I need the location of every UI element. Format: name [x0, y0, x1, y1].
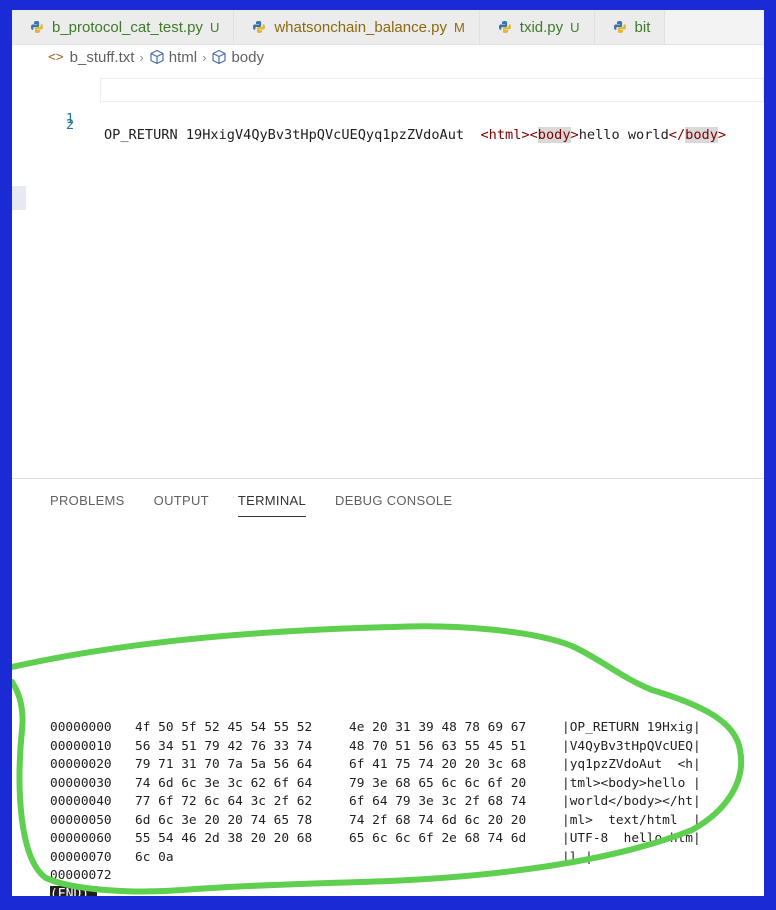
hex-bytes: 56 34 51 79 42 76 33 74: [135, 738, 313, 754]
hex-bytes: 6f 64 79 3e 3c 2f 68 74: [349, 794, 527, 809]
hexdump-row: 00000050 6d 6c 3e 20 20 74 65 78 74 2f 6…: [50, 812, 701, 831]
hex-bytes: 6c 0a: [135, 849, 174, 865]
tab-debug-console[interactable]: DEBUG CONSOLE: [335, 493, 452, 517]
tab-problems[interactable]: PROBLEMS: [50, 493, 125, 517]
code-punct: >: [717, 127, 727, 143]
tab-status-badge: M: [453, 19, 465, 35]
tab-output[interactable]: OUTPUT: [154, 493, 209, 517]
python-file-icon: [613, 21, 626, 33]
chevron-right-icon: ›: [139, 49, 144, 65]
hex-offset: 00000060: [50, 831, 112, 846]
code-punct: </: [668, 127, 686, 143]
tab-label: b_protocol_cat_test.py: [52, 18, 203, 36]
line-content[interactable]: OP_RETURN 19HxigV4QyBv3tHpQVcUEQyq1pzZVd…: [104, 127, 726, 143]
tab-label: bit: [634, 18, 651, 36]
hex-bytes: 6f 41 75 74 20 20 3c 68: [349, 757, 527, 772]
hex-offset: 00000000: [50, 720, 112, 735]
current-line-highlight: [100, 78, 764, 102]
tab-b-protocol-cat-test[interactable]: b_protocol_cat_test.py U: [12, 10, 235, 44]
hex-bytes: 6d 6c 3e 20 20 74 65 78: [135, 812, 313, 828]
hex-offset: 00000050: [50, 812, 112, 828]
hex-bytes: 48 70 51 56 63 55 45 51: [349, 738, 527, 754]
hex-bytes: 55 54 46 2d 38 20 20 68: [135, 831, 313, 846]
body-tag-name: body: [537, 127, 571, 143]
panel-tabs: PROBLEMS OUTPUT TERMINAL DEBUG CONSOLE: [50, 493, 481, 517]
pager-end-label: (END): [50, 885, 98, 896]
hexdump-row: 00000000 4f 50 5f 52 45 54 55 52 4e 20 3…: [50, 719, 701, 738]
breadcrumb-body[interactable]: body: [231, 49, 264, 66]
hex-offset: 00000072: [50, 868, 112, 883]
hex-bytes: 79 71 31 70 7a 5a 56 64: [135, 757, 313, 772]
text-file-icon: <>: [48, 49, 64, 65]
tab-whatsonchain-balance[interactable]: whatsonchain_balance.py M: [234, 10, 480, 44]
editor-line-1[interactable]: 1 OP_RETURN 19HxigV4QyBv3tHpQVcUEQyq1pzZ…: [12, 78, 764, 143]
breadcrumb-file[interactable]: b_stuff.txt: [70, 49, 135, 66]
tab-txid[interactable]: txid.py U: [479, 10, 595, 44]
terminal-output[interactable]: 00000000 4f 50 5f 52 45 54 55 52 4e 20 3…: [50, 719, 701, 896]
hex-bytes: 74 2f 68 74 6d 6c 20 20: [349, 812, 527, 828]
cube-symbol-icon: [150, 49, 164, 65]
editor-window: b_protocol_cat_test.py U whatsonchain_ba…: [12, 10, 764, 896]
hex-ascii: |world</body></ht|: [562, 794, 701, 809]
breadcrumb: <> b_stuff.txt › html › body: [48, 46, 264, 68]
hexdump-row: 00000040 77 6f 72 6c 64 3c 2f 62 6f 64 7…: [50, 793, 701, 812]
chevron-right-icon: ›: [202, 49, 207, 65]
tab-bar: b_protocol_cat_test.py U whatsonchain_ba…: [12, 10, 764, 45]
hex-offset: 00000010: [50, 738, 112, 754]
code-punct: <: [480, 127, 489, 143]
bottom-panel: PROBLEMS OUTPUT TERMINAL DEBUG CONSOLE 0…: [12, 478, 764, 896]
hexdump-row: 00000070 6c 0a |l.|: [50, 849, 593, 868]
code-editor[interactable]: 1 OP_RETURN 19HxigV4QyBv3tHpQVcUEQyq1pzZ…: [12, 68, 764, 478]
tab-label: whatsonchain_balance.py: [274, 18, 447, 36]
code-punct: >: [521, 127, 530, 143]
tab-status-badge: U: [570, 19, 580, 35]
hex-bytes: 79 3e 68 65 6c 6c 6f 20: [349, 775, 527, 791]
hex-offset: 00000020: [50, 757, 112, 772]
code-text: hello world: [578, 127, 669, 143]
hex-ascii: |ml> text/html |: [562, 812, 701, 828]
python-file-icon: [498, 21, 511, 33]
python-file-icon: [253, 21, 266, 33]
tab-bit[interactable]: bit: [594, 10, 666, 44]
hex-ascii: |UTF-8 hello.htm|: [562, 831, 701, 846]
code-punct: <: [529, 127, 538, 143]
body-close-tag-name: body: [685, 127, 718, 143]
code-text: OP_RETURN 19HxigV4QyBv3tHpQVcUEQyq1pzZVd…: [104, 127, 481, 143]
hex-bytes: 74 6d 6c 3e 3c 62 6f 64: [135, 775, 313, 791]
pager-end-row: (END): [50, 885, 112, 896]
hexdump-row: 00000010 56 34 51 79 42 76 33 74 48 70 5…: [50, 738, 701, 757]
line-number: 2: [65, 117, 74, 133]
python-file-icon: [31, 21, 43, 33]
gutter-marker: [12, 186, 26, 210]
hexdump-row: 00000020 79 71 31 70 7a 5a 56 64 6f 41 7…: [50, 756, 701, 775]
hex-bytes: 77 6f 72 6c 64 3c 2f 62: [135, 794, 313, 809]
hexdump-row: 00000060 55 54 46 2d 38 20 20 68 65 6c 6…: [50, 830, 701, 849]
hex-ascii: |OP_RETURN 19Hxig|: [562, 720, 701, 735]
html-tag-name: html: [488, 127, 522, 143]
hex-ascii: |l.|: [562, 849, 593, 865]
hex-ascii: |tml><body>hello |: [562, 775, 701, 791]
hex-offset: 00000070: [50, 849, 112, 865]
tab-label: txid.py: [519, 18, 564, 36]
hex-ascii: |V4QyBv3tHpQVcUEQ|: [562, 738, 701, 754]
hexdump-row: 00000072: [50, 867, 112, 886]
hex-ascii: |yq1pzZVdoAut <h|: [562, 757, 701, 772]
tab-terminal[interactable]: TERMINAL: [237, 493, 307, 517]
editor-line-2[interactable]: 2: [12, 101, 764, 133]
cube-symbol-icon: [212, 49, 227, 65]
hex-offset: 00000030: [50, 775, 112, 791]
code-punct: >: [570, 127, 579, 143]
tab-status-badge: U: [209, 19, 220, 35]
hex-bytes: 65 6c 6c 6f 2e 68 74 6d: [349, 831, 527, 846]
breadcrumb-html[interactable]: html: [169, 49, 197, 66]
hex-bytes: 4e 20 31 39 48 78 69 67: [349, 720, 527, 735]
hexdump-row: 00000030 74 6d 6c 3e 3c 62 6f 64 79 3e 6…: [50, 775, 701, 794]
hex-offset: 00000040: [50, 794, 112, 809]
hex-bytes: 4f 50 5f 52 45 54 55 52: [135, 720, 313, 735]
